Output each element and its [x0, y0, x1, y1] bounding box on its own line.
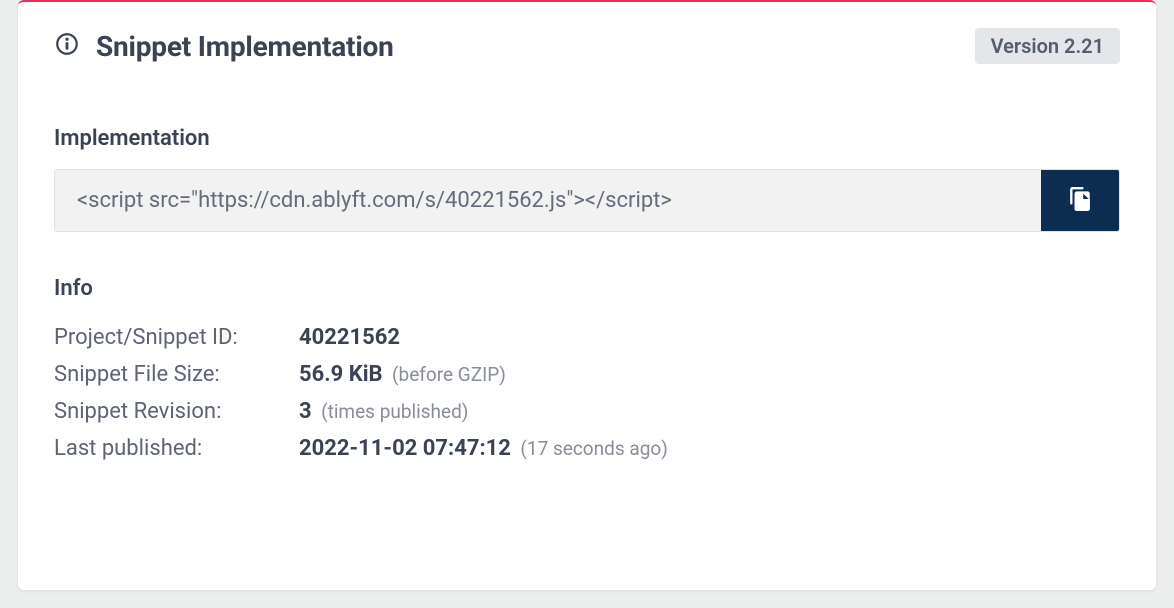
- table-row: Snippet Revision: 3 (times published): [54, 393, 1120, 430]
- table-row: Last published: 2022-11-02 07:47:12 (17 …: [54, 430, 1120, 467]
- info-value-project-id: 40221562: [299, 319, 1120, 356]
- info-label-project-id: Project/Snippet ID:: [54, 319, 299, 356]
- copy-button[interactable]: [1041, 170, 1119, 231]
- info-value-text: 56.9 KiB: [299, 362, 383, 387]
- info-label-file-size: Snippet File Size:: [54, 356, 299, 393]
- info-table: Project/Snippet ID: 40221562 Snippet Fil…: [54, 319, 1120, 467]
- info-value-last-published: 2022-11-02 07:47:12 (17 seconds ago): [299, 430, 1120, 467]
- snippet-code-input[interactable]: [55, 170, 1041, 231]
- card-title-wrap: Snippet Implementation: [54, 30, 394, 63]
- info-label-revision: Snippet Revision:: [54, 393, 299, 430]
- table-row: Project/Snippet ID: 40221562: [54, 319, 1120, 356]
- info-section-label: Info: [54, 276, 1120, 301]
- copy-icon: [1067, 185, 1093, 216]
- info-label-last-published: Last published:: [54, 430, 299, 467]
- snippet-row: [54, 169, 1120, 232]
- info-value-note: (before GZIP): [392, 363, 506, 386]
- info-icon: [54, 31, 80, 61]
- info-value-file-size: 56.9 KiB (before GZIP): [299, 356, 1120, 393]
- table-row: Snippet File Size: 56.9 KiB (before GZIP…: [54, 356, 1120, 393]
- version-badge: Version 2.21: [975, 28, 1120, 64]
- info-value-note: (times published): [321, 400, 468, 423]
- card-header: Snippet Implementation Version 2.21: [54, 28, 1120, 64]
- info-value-text: 40221562: [299, 325, 400, 350]
- implementation-section-label: Implementation: [54, 126, 1120, 151]
- card-title: Snippet Implementation: [96, 30, 394, 63]
- info-value-text: 2022-11-02 07:47:12: [299, 436, 511, 461]
- info-value-note: (17 seconds ago): [520, 437, 667, 460]
- snippet-implementation-card: Snippet Implementation Version 2.21 Impl…: [18, 0, 1156, 590]
- info-value-text: 3: [299, 399, 312, 424]
- info-value-revision: 3 (times published): [299, 393, 1120, 430]
